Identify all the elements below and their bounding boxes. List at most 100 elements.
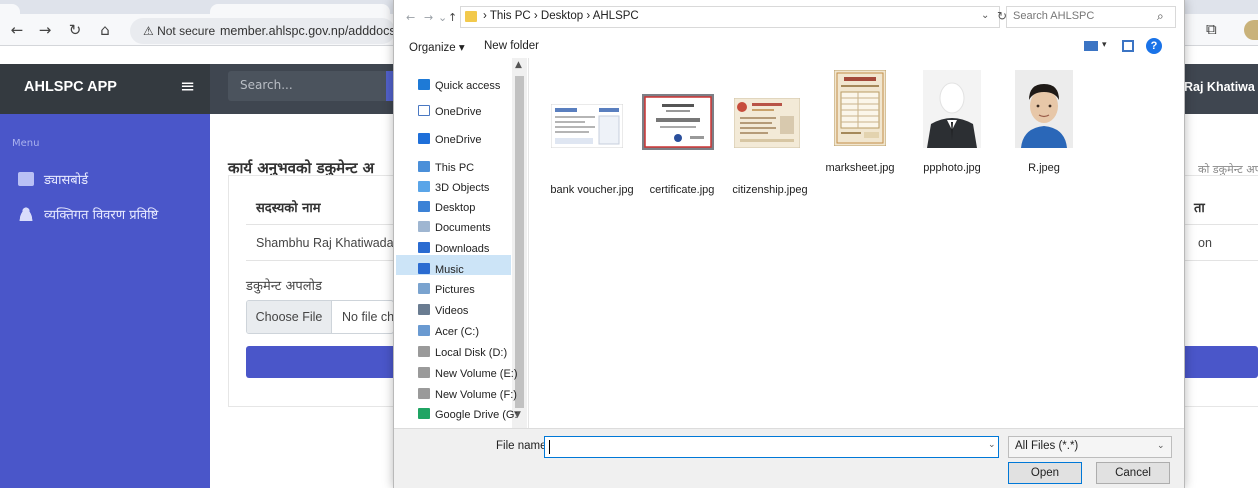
sidebar-item-personal-details[interactable]: व्यक्तिगत विवरण प्रविष्टि	[18, 205, 158, 225]
user-name[interactable]: Raj Khatiwa	[1184, 80, 1255, 94]
desktop-icon	[418, 201, 430, 212]
drive-icon	[418, 325, 430, 336]
dialog-search-input[interactable]: Search AHLSPC ⌕	[1006, 6, 1176, 28]
chevron-down-icon: ⌄	[1157, 441, 1165, 451]
dialog-search-placeholder: Search AHLSPC	[1013, 10, 1095, 22]
nav-item-label: Videos	[435, 305, 469, 317]
star-icon	[418, 79, 430, 90]
dialog-back-icon[interactable]: ←	[406, 11, 415, 24]
open-button[interactable]: Open	[1008, 462, 1082, 484]
file-item-certificate[interactable]: certificate.jpg	[637, 90, 727, 200]
file-type-value: All Files (*.*)	[1015, 440, 1079, 452]
file-name-history-dropdown[interactable]: ⌄	[988, 440, 996, 450]
active-tab[interactable]	[210, 4, 390, 14]
pictures-icon	[418, 283, 430, 294]
help-icon[interactable]: ?	[1146, 38, 1162, 54]
citizenship-thumbnail	[734, 98, 800, 148]
organize-menu[interactable]: Organize ▾	[409, 40, 465, 54]
app-search-placeholder: Search...	[240, 78, 293, 92]
home-icon[interactable]: ⌂	[94, 19, 116, 41]
nav-item-label: Pictures	[435, 284, 475, 296]
view-dropdown-icon[interactable]: ▾	[1102, 40, 1107, 50]
portrait-thumbnail	[1015, 70, 1073, 148]
member-name-cell: Shambhu Raj Khatiwada	[256, 236, 394, 250]
view-options-icon[interactable]	[1084, 41, 1098, 51]
nav-item-onedrive[interactable]: OneDrive	[418, 102, 481, 122]
not-secure-label: Not secure	[157, 24, 216, 38]
sidebar-menu-label: Menu	[12, 138, 40, 149]
nav-item-label: Music	[435, 264, 464, 276]
file-type-filter[interactable]: All Files (*.*) ⌄	[1008, 436, 1172, 458]
file-name: bank voucher.jpg	[550, 184, 634, 196]
file-item-marksheet[interactable]: marksheet.jpg	[815, 68, 905, 178]
forward-icon[interactable]: →	[34, 19, 56, 41]
nav-item-onedrive[interactable]: OneDrive	[418, 130, 481, 150]
chevron-down-icon[interactable]: ⌄	[981, 10, 989, 21]
file-name: R.jpeg	[1028, 162, 1060, 174]
sidebar-item-label: ड्यासबोर्ड	[44, 173, 89, 188]
file-item-citizenship[interactable]: citizenship.jpeg	[725, 90, 815, 200]
dialog-forward-icon[interactable]: →	[424, 11, 433, 24]
url-text[interactable]: member.ahlspc.gov.np/adddocs	[220, 24, 396, 38]
nav-item-documents[interactable]: Documents	[418, 218, 491, 238]
videos-icon	[418, 304, 430, 315]
cancel-button[interactable]: Cancel	[1096, 462, 1170, 484]
choose-file-button[interactable]: Choose File	[247, 301, 332, 333]
sidebar-item-dashboard[interactable]: ड्यासबोर्ड	[18, 170, 88, 190]
file-item-portrait[interactable]: R.jpeg	[999, 68, 1089, 178]
column-header-member-name: सदस्यको नाम	[256, 201, 321, 216]
dialog-history-icon[interactable]: ⌄	[438, 11, 447, 24]
nav-item-label: New Volume (E:)	[435, 368, 518, 380]
scrollbar-thumb[interactable]	[515, 76, 524, 408]
profile-avatar[interactable]	[1244, 20, 1258, 40]
file-open-dialog: ← → ⌄ ↑ › This PC › Desktop › AHLSPC ⌄ ↻…	[393, 0, 1185, 488]
dialog-breadcrumb[interactable]: › This PC › Desktop › AHLSPC	[483, 10, 639, 22]
nav-item-downloads[interactable]: Downloads	[418, 239, 489, 259]
download-icon	[418, 242, 430, 253]
no-file-chosen-text: No file ch	[342, 310, 394, 324]
not-secure-badge[interactable]: ⚠ Not secure	[143, 24, 215, 38]
new-folder-button[interactable]: New folder	[484, 40, 539, 52]
nav-item-music[interactable]: Music	[418, 260, 464, 280]
extensions-icon[interactable]: ⧉	[1206, 20, 1217, 38]
tab-edge[interactable]	[0, 4, 20, 14]
folder-icon	[465, 11, 477, 22]
nav-item-label: OneDrive	[435, 134, 482, 146]
nav-item-label: Local Disk (D:)	[435, 347, 508, 359]
file-item-bank-voucher[interactable]: bank voucher.jpg	[547, 90, 637, 200]
nav-item-new-volume-f[interactable]: New Volume (F:)	[418, 385, 517, 405]
nav-item-label: Downloads	[435, 243, 490, 255]
menu-toggle-icon[interactable]: ≡	[180, 76, 195, 97]
nav-item-this-pc[interactable]: This PC	[418, 158, 474, 178]
documents-icon	[418, 221, 430, 232]
nav-item-new-volume-e[interactable]: New Volume (E:)	[418, 364, 518, 384]
nav-item-local-disk-d[interactable]: Local Disk (D:)	[418, 343, 507, 363]
computer-icon	[418, 161, 430, 172]
app-brand[interactable]: AHLSPC APP	[24, 79, 117, 95]
sidebar-item-label: व्यक्तिगत विवरण प्रविष्टि	[44, 208, 159, 223]
file-item-passport-photo[interactable]: ppphoto.jpg	[907, 68, 997, 178]
nav-item-pictures[interactable]: Pictures	[418, 280, 475, 300]
nav-item-acer-c[interactable]: Acer (C:)	[418, 322, 479, 342]
document-file-input[interactable]: Choose File No file ch	[246, 300, 394, 334]
cloud-icon	[418, 133, 430, 144]
nav-item-3d-objects[interactable]: 3D Objects	[418, 178, 489, 198]
nav-item-label: Acer (C:)	[435, 326, 479, 338]
file-name-input[interactable]	[544, 436, 999, 458]
nav-item-google-drive-g[interactable]: Google Drive (G:	[418, 405, 518, 425]
preview-pane-icon[interactable]	[1122, 40, 1134, 52]
back-icon[interactable]: ←	[6, 19, 28, 41]
dialog-address-bar[interactable]: › This PC › Desktop › AHLSPC ⌄ ↻	[460, 6, 1007, 28]
reload-icon[interactable]: ↻	[64, 19, 86, 41]
file-name-label: File name:	[496, 440, 550, 452]
nav-item-videos[interactable]: Videos	[418, 301, 468, 321]
nav-item-quick-access[interactable]: Quick access	[418, 76, 500, 96]
nav-item-label: Documents	[435, 222, 491, 234]
nav-item-desktop[interactable]: Desktop	[418, 198, 475, 218]
dialog-up-icon[interactable]: ↑	[448, 11, 457, 24]
scroll-up-icon[interactable]: ▲	[515, 60, 522, 70]
user-icon	[18, 207, 34, 221]
nav-item-label: OneDrive	[435, 106, 482, 118]
certificate-thumbnail	[642, 94, 714, 150]
voucher-thumbnail	[551, 104, 623, 148]
